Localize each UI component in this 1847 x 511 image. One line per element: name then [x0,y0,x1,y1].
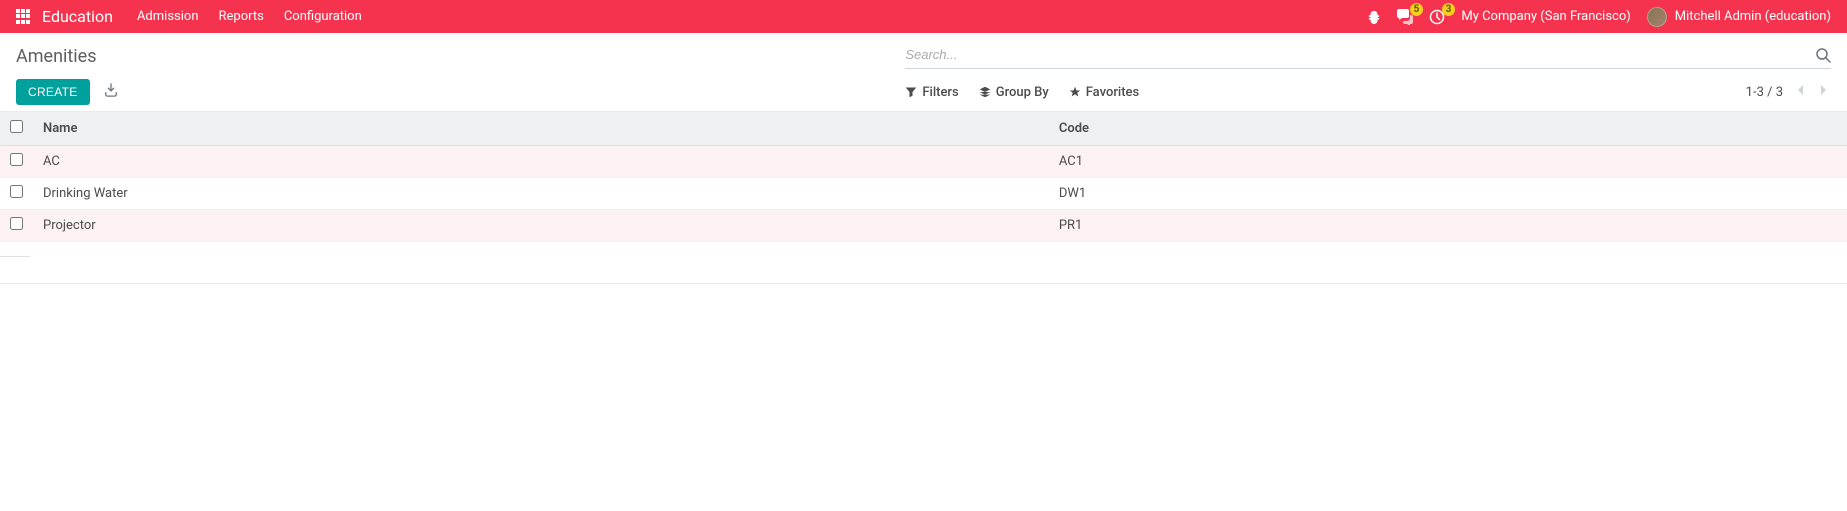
create-button[interactable]: CREATE [16,79,90,105]
cell-name: Drinking Water [33,178,1049,210]
messages-badge: 5 [1410,3,1424,16]
nav-menu: Admission Reports Configuration [137,9,362,24]
search-bar [905,43,1831,69]
page-title: Amenities [16,46,905,67]
table-row[interactable]: Projector PR1 [0,210,1847,242]
filters-button[interactable]: Filters [905,85,958,100]
control-panel: Amenities CREATE Filters Group By [0,33,1847,112]
cell-name: Projector [33,210,1049,242]
amenities-table: Name Code AC AC1 Drinking Water DW1 Proj… [0,112,1847,242]
header-checkbox-cell [0,112,33,146]
column-header-code[interactable]: Code [1049,112,1847,146]
filter-icon [905,86,917,98]
company-switcher[interactable]: My Company (San Francisco) [1461,9,1630,24]
table-row[interactable]: AC AC1 [0,146,1847,178]
table-row[interactable]: Drinking Water DW1 [0,178,1847,210]
cell-name: AC [33,146,1049,178]
cell-code: DW1 [1049,178,1847,210]
row-checkbox[interactable] [10,185,23,198]
groupby-label: Group By [996,85,1049,100]
nav-item-reports[interactable]: Reports [219,9,264,24]
row-checkbox[interactable] [10,217,23,230]
pager-prev-icon[interactable] [1793,84,1807,100]
import-icon[interactable] [100,79,122,105]
groupby-button[interactable]: Group By [979,85,1049,100]
search-input[interactable] [905,43,1815,66]
pager-next-icon[interactable] [1817,84,1831,100]
user-menu[interactable]: Mitchell Admin (education) [1647,7,1831,27]
cell-code: PR1 [1049,210,1847,242]
footer-separator [0,283,1847,284]
favorites-button[interactable]: Favorites [1069,85,1139,100]
activities-icon[interactable]: 3 [1429,9,1445,25]
nav-right: 5 3 My Company (San Francisco) Mitchell … [1367,7,1831,27]
activities-badge: 3 [1442,3,1456,16]
table-footer-handle [0,256,30,257]
app-brand[interactable]: Education [42,7,113,26]
debug-icon[interactable] [1367,10,1381,24]
navbar: Education Admission Reports Configuratio… [0,0,1847,33]
favorites-label: Favorites [1086,85,1139,100]
star-icon [1069,86,1081,98]
pager-text[interactable]: 1-3 / 3 [1746,85,1783,100]
filters-label: Filters [922,85,958,100]
apps-icon[interactable] [16,9,32,25]
layers-icon [979,86,991,98]
row-checkbox[interactable] [10,153,23,166]
nav-item-configuration[interactable]: Configuration [284,9,362,24]
cell-code: AC1 [1049,146,1847,178]
avatar [1647,7,1667,27]
select-all-checkbox[interactable] [10,120,23,133]
column-header-name[interactable]: Name [33,112,1049,146]
user-name: Mitchell Admin (education) [1675,9,1831,24]
search-icon[interactable] [1815,47,1831,63]
messages-icon[interactable]: 5 [1397,9,1413,25]
nav-item-admission[interactable]: Admission [137,9,199,24]
